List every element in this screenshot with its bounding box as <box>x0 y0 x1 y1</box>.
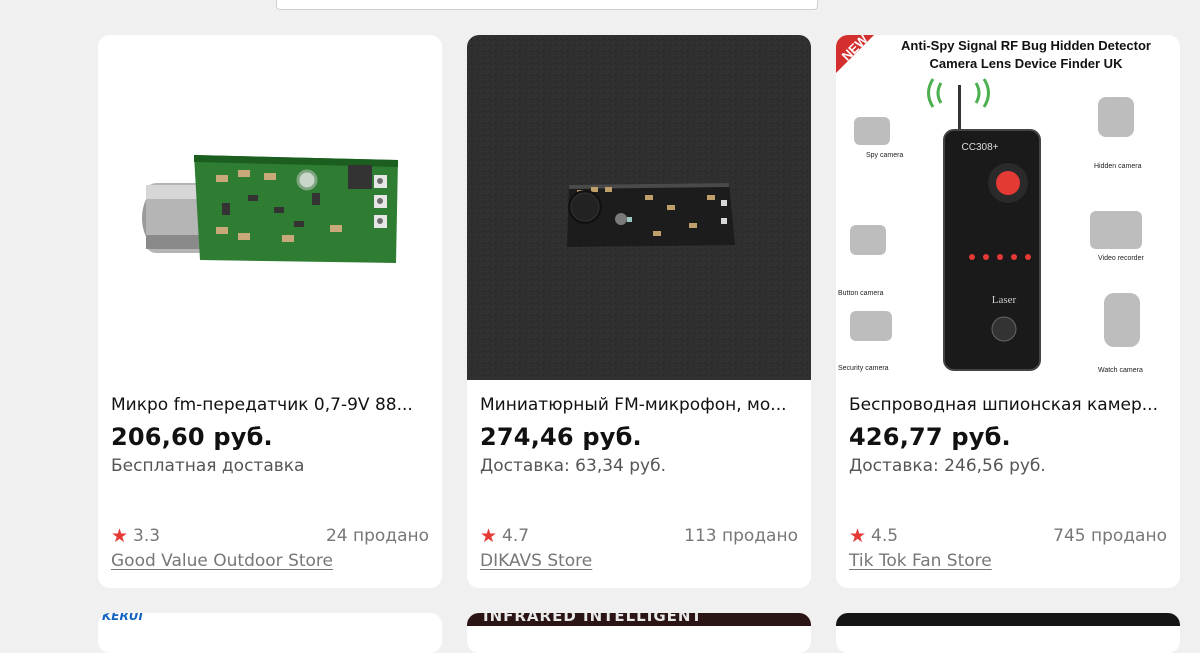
product-card-partial[interactable]: INFRARED INTELLIGENT <box>467 613 811 653</box>
rating-value: 4.5 <box>871 526 899 546</box>
search-bar[interactable] <box>276 0 818 10</box>
product-card[interactable]: Миниатюрный FM-микрофон, мо... 274,46 ру… <box>467 35 811 588</box>
product-price: 274,46 руб. <box>480 423 642 451</box>
sold-count: 745 продано <box>1053 526 1167 546</box>
label-video-recorder: Video recorder <box>1098 255 1144 262</box>
product-image[interactable]: KERUI <box>98 613 442 626</box>
product-title[interactable]: Беспроводная шпионская камер... <box>849 394 1167 416</box>
product-card[interactable]: Микро fm-передатчик 0,7-9V 88... 206,60 … <box>98 35 442 588</box>
product-price: 206,60 руб. <box>111 423 273 451</box>
product-card-partial[interactable]: KERUI <box>98 613 442 653</box>
device-model: CC308+ <box>962 142 999 153</box>
rating: ★ 3.3 <box>111 526 160 546</box>
sold-count: 24 продано <box>325 526 429 546</box>
label-security-camera: Security camera <box>838 365 889 372</box>
star-icon: ★ <box>111 524 129 547</box>
rating-value: 4.7 <box>502 526 530 546</box>
shipping-info: Бесплатная доставка <box>111 456 305 476</box>
sold-count: 113 продано <box>684 526 798 546</box>
shipping-info: Доставка: 63,34 руб. <box>480 456 666 476</box>
label-button-camera: Button camera <box>838 290 884 297</box>
store-link[interactable]: DIKAVS Store <box>480 551 592 571</box>
device-label: Laser <box>992 294 1017 306</box>
rating: ★ 4.7 <box>480 526 529 546</box>
image-heading-1: Anti-Spy Signal RF Bug Hidden Detector <box>901 38 1151 53</box>
product-image[interactable] <box>467 35 811 380</box>
rating-value: 3.3 <box>133 526 161 546</box>
image-banner-text: INFRARED INTELLIGENT <box>483 613 703 625</box>
product-title[interactable]: Миниатюрный FM-микрофон, мо... <box>480 394 798 416</box>
shipping-info: Доставка: 246,56 руб. <box>849 456 1046 476</box>
label-spy-camera: Spy camera <box>866 152 903 159</box>
product-image[interactable] <box>98 35 442 380</box>
product-title[interactable]: Микро fm-передатчик 0,7-9V 88... <box>111 394 429 416</box>
star-icon: ★ <box>480 524 498 547</box>
label-watch-camera: Watch camera <box>1098 367 1143 374</box>
label-hidden-camera: Hidden camera <box>1094 163 1142 170</box>
rating: ★ 4.5 <box>849 526 898 546</box>
image-heading-2: Camera Lens Device Finder UK <box>930 56 1124 71</box>
product-card-partial[interactable] <box>836 613 1180 653</box>
product-image[interactable]: NEW Anti-Spy Signal RF Bug Hidden Detect… <box>836 35 1180 380</box>
store-link[interactable]: Good Value Outdoor Store <box>111 551 333 571</box>
product-image[interactable]: INFRARED INTELLIGENT <box>467 613 811 626</box>
star-icon: ★ <box>849 524 867 547</box>
product-image[interactable] <box>836 613 1180 626</box>
product-price: 426,77 руб. <box>849 423 1011 451</box>
product-card[interactable]: NEW Anti-Spy Signal RF Bug Hidden Detect… <box>836 35 1180 588</box>
brand-logo: KERUI <box>102 613 143 623</box>
store-link[interactable]: Tik Tok Fan Store <box>849 551 992 571</box>
